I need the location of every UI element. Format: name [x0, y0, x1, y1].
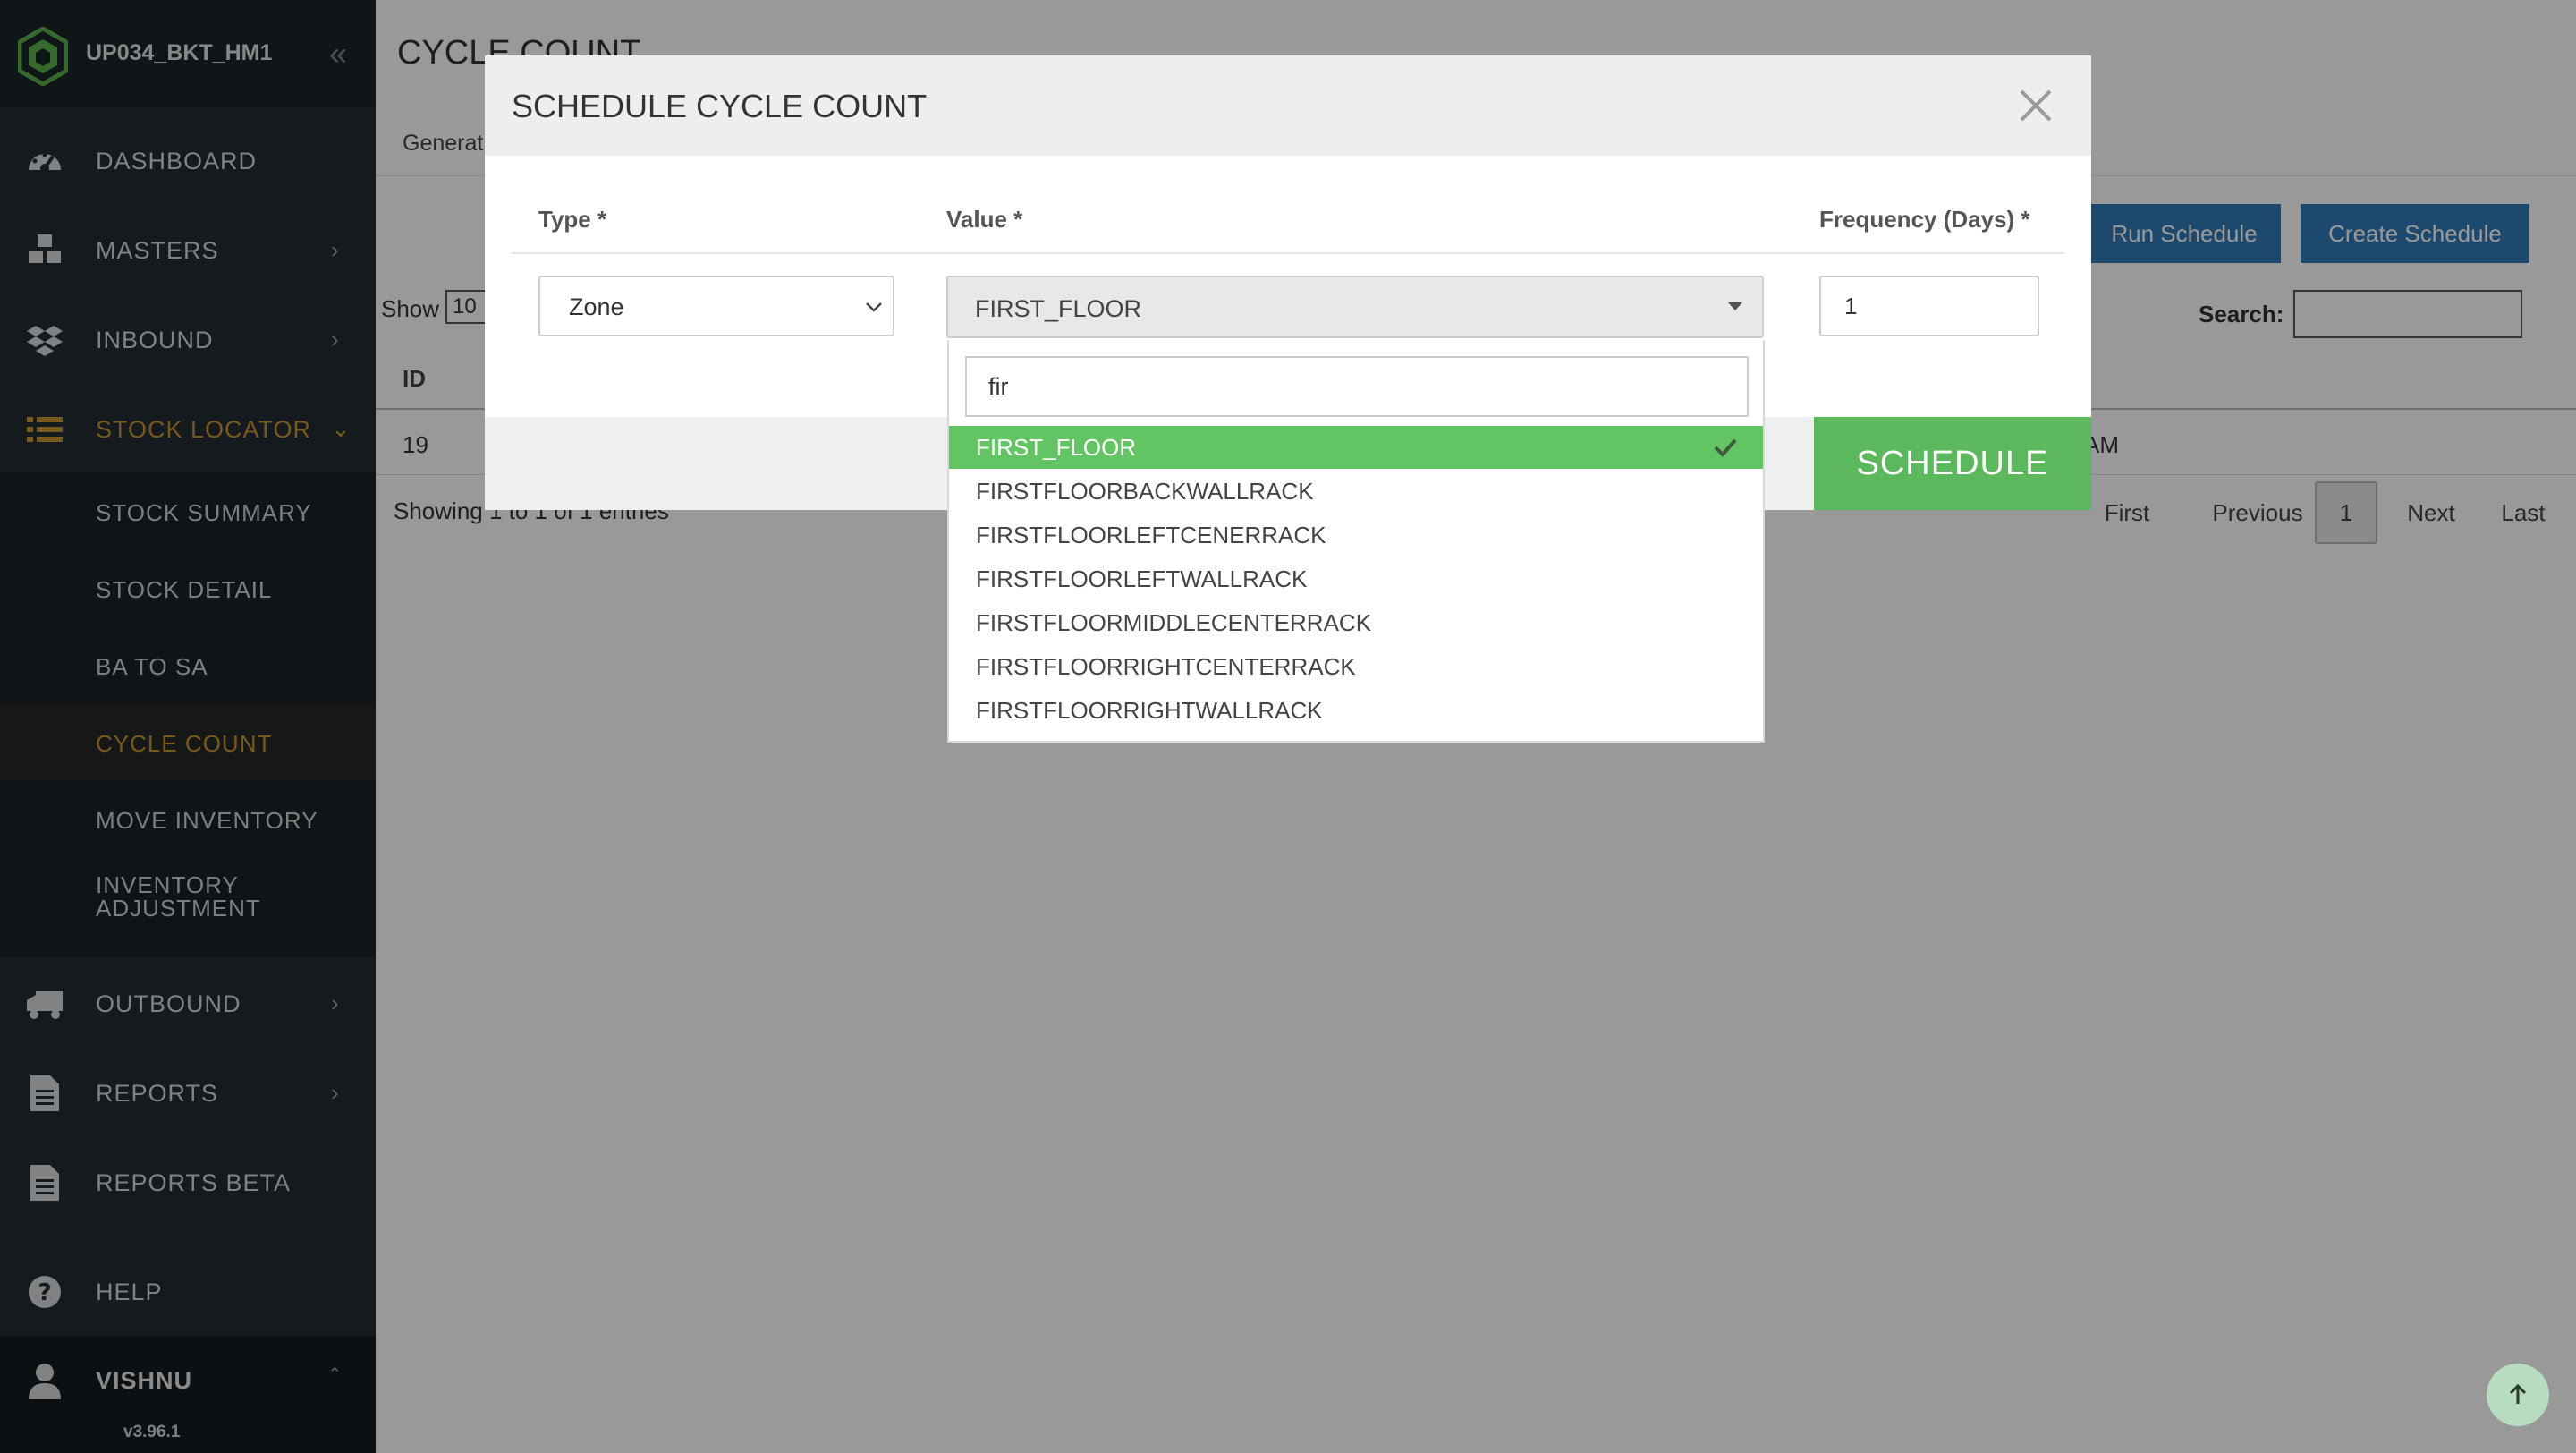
- dropdown-option-label: FIRSTFLOORMIDDLECENTERRACK: [976, 609, 1372, 636]
- chevron-down-icon: [866, 302, 882, 312]
- check-icon: [1714, 438, 1737, 457]
- dropdown-option-label: FIRSTFLOORRIGHTWALLRACK: [976, 697, 1323, 724]
- dropdown-option-label: FIRSTFLOORRIGHTCENTERRACK: [976, 653, 1356, 680]
- dropdown-option[interactable]: FIRSTFLOORBACKWALLRACK: [949, 470, 1763, 513]
- dropdown-search-input[interactable]: fir: [965, 356, 1749, 417]
- schedule-button[interactable]: SCHEDULE: [1814, 417, 2091, 510]
- dropdown-option[interactable]: FIRSTFLOORRIGHTWALLRACK: [949, 689, 1763, 732]
- value-select[interactable]: FIRST_FLOOR: [946, 276, 1764, 338]
- modal-header-divider: [512, 252, 2064, 254]
- type-label: Type *: [538, 206, 607, 233]
- type-select[interactable]: Zone: [538, 276, 894, 336]
- dropdown-option-label: FIRSTFLOORLEFTCENERRACK: [976, 522, 1326, 548]
- dropdown-option[interactable]: FIRSTFLOORLEFTCENERRACK: [949, 514, 1763, 557]
- value-dropdown: fir FIRST_FLOOR FIRSTFLOORBACKWALLRACK F…: [947, 340, 1765, 743]
- value-label: Value *: [946, 206, 1023, 233]
- frequency-input[interactable]: 1: [1819, 276, 2039, 336]
- arrow-up-icon: [2509, 1383, 2527, 1404]
- dropdown-option[interactable]: FIRST_FLOOR: [949, 426, 1763, 469]
- dropdown-option[interactable]: FIRSTFLOORLEFTWALLRACK: [949, 557, 1763, 600]
- scroll-to-top-button[interactable]: [2487, 1364, 2549, 1426]
- close-icon[interactable]: [2016, 86, 2055, 125]
- caret-down-icon: [1728, 302, 1742, 310]
- type-select-value: Zone: [569, 293, 624, 320]
- frequency-label: Frequency (Days) *: [1819, 206, 2030, 233]
- dropdown-option[interactable]: FIRSTFLOORRIGHTCENTERRACK: [949, 645, 1763, 688]
- dropdown-option[interactable]: FIRSTFLOORMIDDLECENTERRACK: [949, 601, 1763, 644]
- value-select-value: FIRST_FLOOR: [975, 295, 1142, 322]
- dropdown-option-label: FIRST_FLOOR: [976, 434, 1137, 461]
- dropdown-option-label: FIRSTFLOORBACKWALLRACK: [976, 478, 1314, 505]
- modal-title: SCHEDULE CYCLE COUNT: [512, 88, 928, 124]
- dropdown-option-label: FIRSTFLOORLEFTWALLRACK: [976, 565, 1308, 592]
- modal-header: SCHEDULE CYCLE COUNT: [485, 55, 2091, 156]
